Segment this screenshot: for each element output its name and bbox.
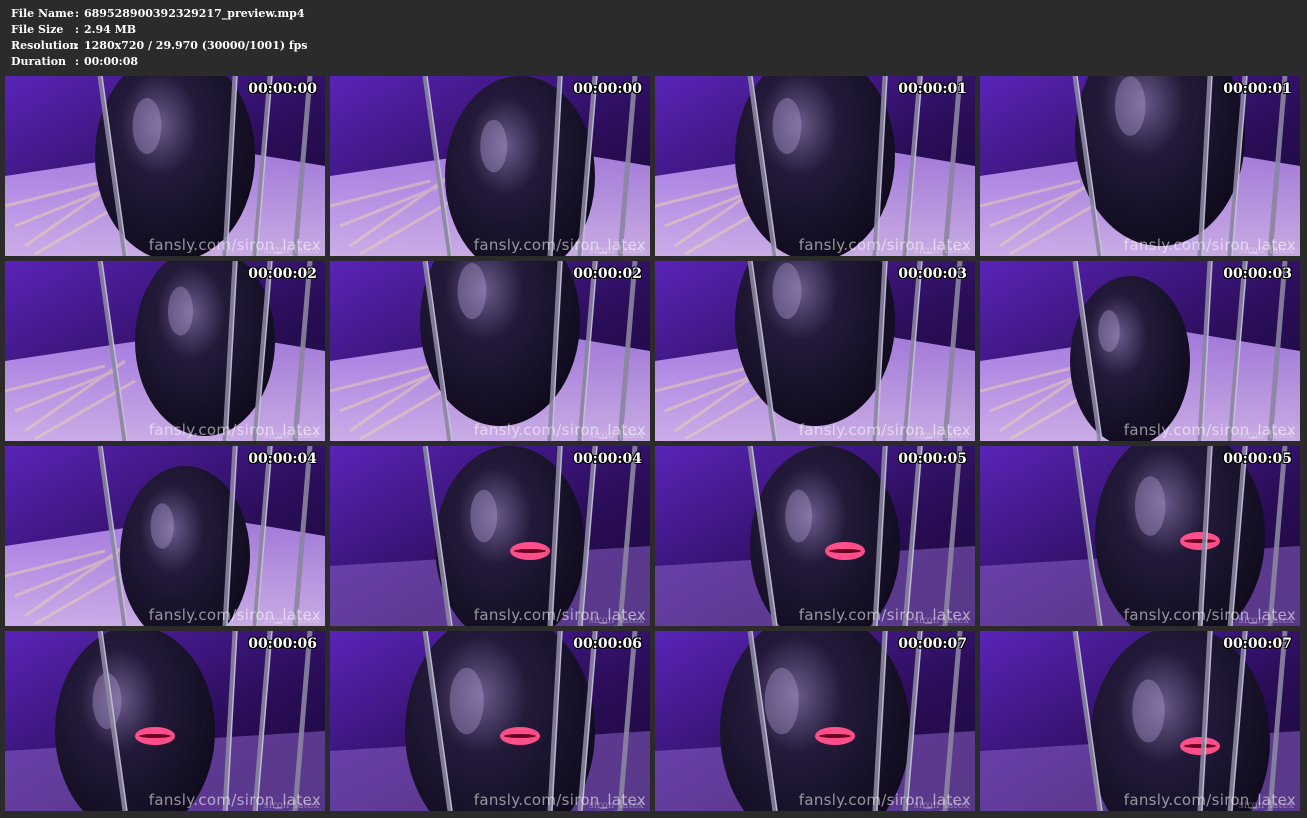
frame-image <box>5 76 325 256</box>
watermark-small-text: siron_latex <box>263 430 319 441</box>
contact-sheet: File Name : 689528900392329217_preview.m… <box>0 0 1307 818</box>
thumbnail-frame: 00:00:03 fansly.com/siron_latex siron_late… <box>655 261 975 441</box>
frame-timestamp: 00:00:01 <box>1223 81 1292 97</box>
separator: : <box>75 7 80 20</box>
frame-image <box>330 446 650 626</box>
watermark-small-text: siron_latex <box>913 430 969 441</box>
frame-timestamp: 00:00:07 <box>1223 636 1292 652</box>
frame-image <box>655 631 975 811</box>
frame-timestamp: 00:00:02 <box>573 266 642 282</box>
thumbnail-frame: 00:00:07 fansly.com/siron_latex siron_late… <box>980 631 1300 811</box>
thumbnail-frame: 00:00:07 fansly.com/siron_latex siron_late… <box>655 631 975 811</box>
thumbnail-frame: 00:00:01 fansly.com/siron_latex siron_late… <box>980 76 1300 256</box>
thumbnail-frame: 00:00:06 fansly.com/siron_latex siron_late… <box>5 631 325 811</box>
frame-image <box>5 446 325 626</box>
watermark-small-text: siron_latex <box>1238 615 1294 626</box>
frame-image <box>980 446 1300 626</box>
frame-timestamp: 00:00:00 <box>573 81 642 97</box>
file-name-row: File Name : 689528900392329217_preview.m… <box>11 6 308 22</box>
frame-timestamp: 00:00:00 <box>248 81 317 97</box>
thumbnail-frame: 00:00:03 fansly.com/siron_latex siron_late… <box>980 261 1300 441</box>
watermark-small-text: siron_latex <box>263 615 319 626</box>
separator: : <box>75 39 80 52</box>
frame-image <box>5 261 325 441</box>
watermark-small-text: siron_latex <box>588 245 644 256</box>
duration-row: Duration : 00:00:08 <box>11 54 308 70</box>
frame-timestamp: 00:00:06 <box>248 636 317 652</box>
watermark-small-text: siron_latex <box>588 800 644 811</box>
thumbnail-frame: 00:00:01 fansly.com/siron_latex siron_late… <box>655 76 975 256</box>
resolution-value: 1280x720 / 29.970 (30000/1001) fps <box>84 39 308 52</box>
frame-image <box>330 76 650 256</box>
thumbnail-frame: 00:00:02 fansly.com/siron_latex siron_late… <box>5 261 325 441</box>
thumbnail-frame: 00:00:00 fansly.com/siron_latex siron_late… <box>5 76 325 256</box>
watermark-small-text: siron_latex <box>588 615 644 626</box>
file-size-row: File Size : 2.94 MB <box>11 22 308 38</box>
watermark-small-text: siron_latex <box>588 430 644 441</box>
frame-timestamp: 00:00:04 <box>573 451 642 467</box>
frame-image <box>330 631 650 811</box>
frame-image <box>5 631 325 811</box>
frame-timestamp: 00:00:03 <box>1223 266 1292 282</box>
frame-timestamp: 00:00:04 <box>248 451 317 467</box>
watermark-small-text: siron_latex <box>1238 430 1294 441</box>
thumbnail-frame: 00:00:05 fansly.com/siron_latex siron_late… <box>655 446 975 626</box>
file-size-value: 2.94 MB <box>84 23 137 36</box>
resolution-label: Resolution <box>11 39 78 52</box>
thumbnail-frame: 00:00:02 fansly.com/siron_latex siron_late… <box>330 261 650 441</box>
separator: : <box>75 55 80 68</box>
frame-timestamp: 00:00:06 <box>573 636 642 652</box>
frame-timestamp: 00:00:01 <box>898 81 967 97</box>
frame-image <box>655 76 975 256</box>
resolution-row: Resolution : 1280x720 / 29.970 (30000/10… <box>11 38 308 54</box>
thumbnail-grid: 00:00:00 fansly.com/siron_latex siron_late… <box>5 76 1302 813</box>
watermark-small-text: siron_latex <box>913 615 969 626</box>
frame-image <box>980 261 1300 441</box>
thumbnail-frame: 00:00:04 fansly.com/siron_latex siron_late… <box>5 446 325 626</box>
frame-image <box>980 76 1300 256</box>
watermark-small-text: siron_latex <box>913 245 969 256</box>
frame-image <box>980 631 1300 811</box>
duration-value: 00:00:08 <box>84 55 139 68</box>
duration-label: Duration <box>11 55 67 68</box>
watermark-small-text: siron_latex <box>263 800 319 811</box>
frame-timestamp: 00:00:05 <box>1223 451 1292 467</box>
file-size-label: File Size <box>11 23 64 36</box>
frame-image <box>655 446 975 626</box>
frame-timestamp: 00:00:03 <box>898 266 967 282</box>
frame-timestamp: 00:00:02 <box>248 266 317 282</box>
thumbnail-frame: 00:00:00 fansly.com/siron_latex siron_late… <box>330 76 650 256</box>
file-name-value: 689528900392329217_preview.mp4 <box>84 7 305 20</box>
frame-timestamp: 00:00:07 <box>898 636 967 652</box>
frame-image <box>330 261 650 441</box>
watermark-small-text: siron_latex <box>1238 800 1294 811</box>
thumbnail-frame: 00:00:05 fansly.com/siron_latex siron_late… <box>980 446 1300 626</box>
separator: : <box>75 23 80 36</box>
file-info-panel: File Name : 689528900392329217_preview.m… <box>11 6 308 70</box>
file-name-label: File Name <box>11 7 74 20</box>
frame-timestamp: 00:00:05 <box>898 451 967 467</box>
watermark-small-text: siron_latex <box>263 245 319 256</box>
thumbnail-frame: 00:00:06 fansly.com/siron_latex siron_late… <box>330 631 650 811</box>
watermark-small-text: siron_latex <box>1238 245 1294 256</box>
thumbnail-frame: 00:00:04 fansly.com/siron_latex siron_late… <box>330 446 650 626</box>
frame-image <box>655 261 975 441</box>
watermark-small-text: siron_latex <box>913 800 969 811</box>
